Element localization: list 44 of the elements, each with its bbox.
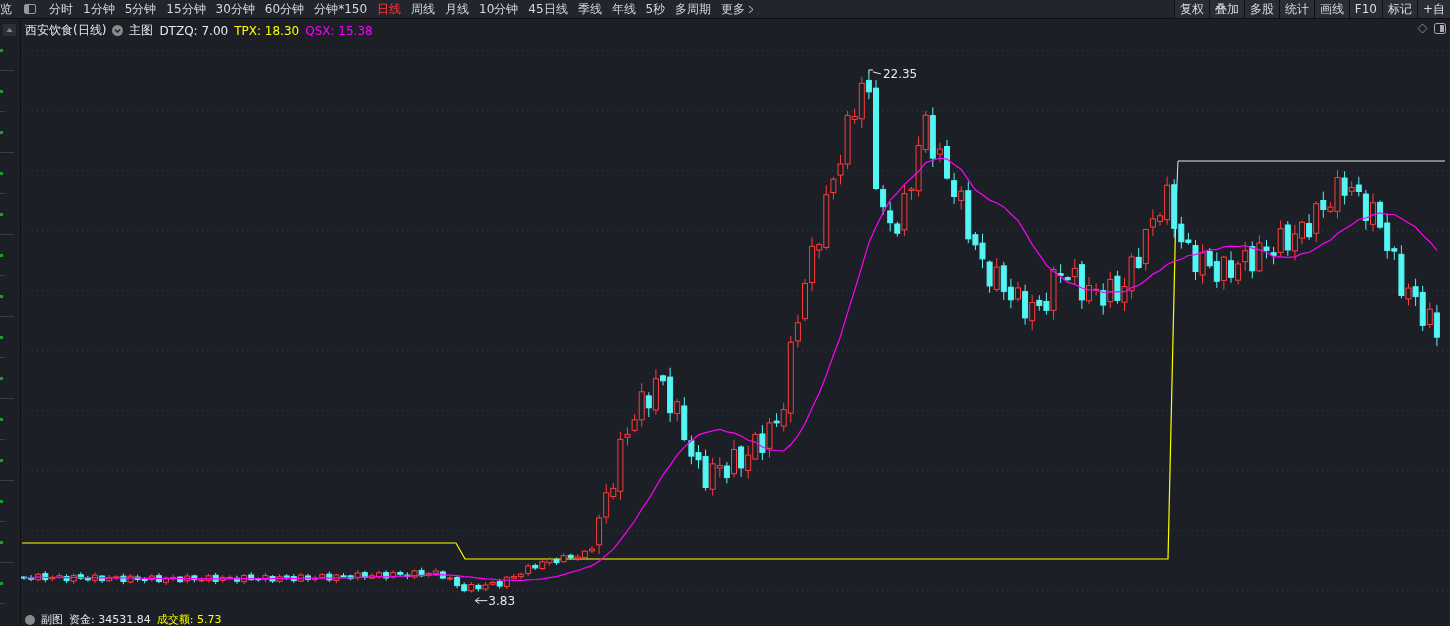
period-tab[interactable]: 60分钟	[259, 0, 310, 18]
toolbar-button[interactable]: 标记	[1381, 0, 1417, 18]
period-tab[interactable]: 1分钟	[78, 0, 120, 18]
stock-title: 西安饮食(日线)	[25, 22, 107, 39]
pointer-arrow-icon	[474, 597, 488, 605]
chevron-icon	[748, 4, 755, 14]
leader-line	[868, 69, 882, 75]
period-tab[interactable]: 15分钟	[161, 0, 211, 18]
indicator-value: 资金: 34531.84	[69, 612, 151, 626]
indicator-value: 成交额: 5.73	[156, 612, 222, 626]
toolbar-button[interactable]: 画线	[1313, 0, 1349, 18]
period-tab[interactable]: 5秒	[640, 0, 671, 18]
more-button[interactable]: 更多	[716, 0, 760, 18]
period-tab[interactable]: 年线	[606, 0, 641, 18]
period-tab[interactable]: 45日线	[523, 0, 573, 18]
low-price-label: 3.83	[488, 593, 515, 608]
toolbar-button[interactable]: +自	[1416, 0, 1450, 18]
settings-dot-icon[interactable]	[25, 614, 35, 625]
period-tab[interactable]: 季线	[572, 0, 607, 18]
sidebar-toggle-icon[interactable]	[24, 4, 36, 14]
period-tab[interactable]: 分钟*150	[309, 0, 373, 18]
high-price-label: 22.35	[882, 66, 918, 81]
toolbar-button[interactable]: 复权	[1173, 0, 1209, 18]
menu-label[interactable]: 览	[0, 0, 14, 18]
period-tab[interactable]: 月线	[440, 0, 475, 18]
period-tab[interactable]: 30分钟	[210, 0, 260, 18]
panel-label: 主图	[129, 22, 154, 39]
toolbar-button[interactable]: 多股	[1243, 0, 1279, 18]
period-tab[interactable]: 多周期	[670, 0, 717, 18]
indicator-value: DTZQ: 7.00	[159, 23, 229, 38]
collapse-icon[interactable]	[3, 24, 16, 36]
sub-panel-label: 副图	[41, 612, 63, 626]
toolbar-button[interactable]: F10	[1348, 0, 1382, 18]
indicator-value: QSX: 15.38	[305, 23, 373, 38]
period-tab[interactable]: 5分钟	[119, 0, 162, 18]
period-tab[interactable]: 日线	[372, 0, 407, 18]
indicator-value: TPX: 18.30	[234, 23, 300, 38]
dropdown-icon[interactable]	[112, 25, 124, 36]
panel-toggle-icon[interactable]	[1434, 23, 1446, 34]
toolbar-button[interactable]: 叠加	[1208, 0, 1244, 18]
period-tab[interactable]: 分时	[44, 0, 78, 18]
period-tab[interactable]: 10分钟	[474, 0, 524, 18]
toolbar-button[interactable]: 统计	[1278, 0, 1314, 18]
period-tab[interactable]: 周线	[406, 0, 441, 18]
